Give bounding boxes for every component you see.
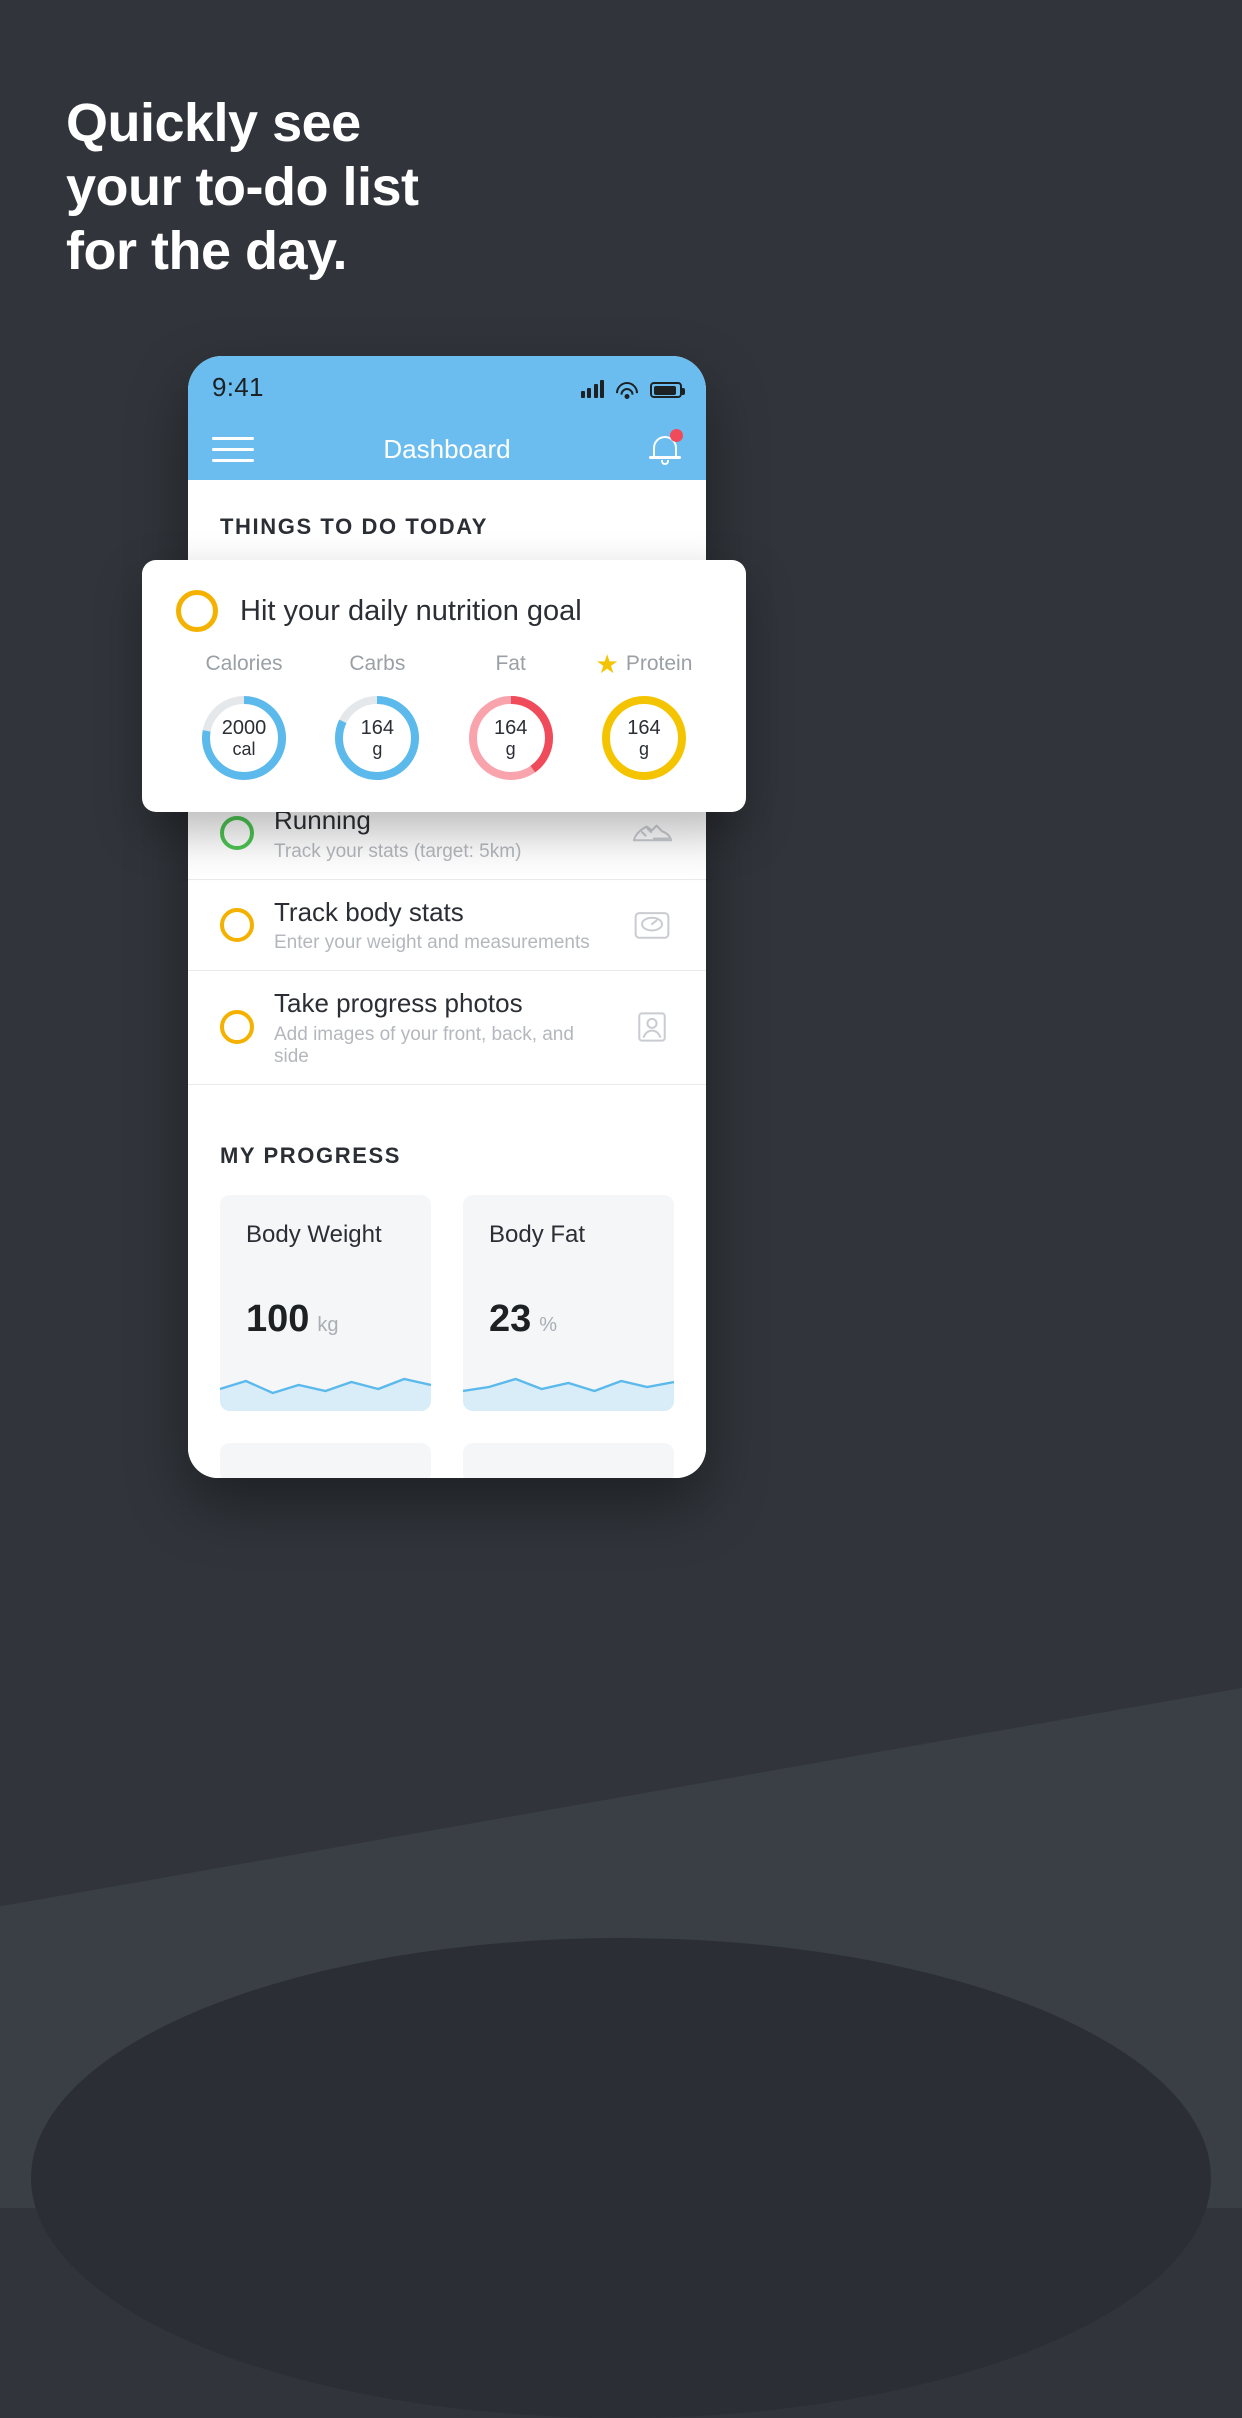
- progress-card-body-fat[interactable]: Body Fat 23 %: [463, 1194, 674, 1411]
- macro-label-protein-group: ★ Protein: [582, 650, 706, 678]
- progress-ring-protein: 164 g: [596, 690, 692, 786]
- macro-dial-row: Calories 2000 cal Carbs 164 g Fat 164 g …: [176, 650, 712, 786]
- wifi-icon: [611, 377, 643, 409]
- macro-value: 164: [493, 716, 528, 739]
- list-item[interactable]: Track body stats Enter your weight and m…: [188, 880, 706, 971]
- section-title-progress: MY PROGRESS: [220, 1142, 402, 1168]
- scale-icon: [630, 905, 674, 945]
- hamburger-menu-icon[interactable]: [212, 436, 254, 462]
- macro-value-group: 164 g: [329, 690, 425, 786]
- macro-label: Protein: [625, 652, 693, 675]
- macro-unit: g: [638, 739, 649, 760]
- macro-unit: g: [372, 739, 383, 760]
- status-bar-time: 9:41: [212, 371, 264, 402]
- sparkline-chart: [463, 1355, 674, 1411]
- macro-unit: g: [505, 739, 516, 760]
- progress-card-label: Body Fat: [489, 1220, 586, 1248]
- macro-unit: cal: [232, 739, 256, 760]
- macro-calories[interactable]: Calories 2000 cal: [182, 650, 306, 786]
- section-title-todo: THINGS TO DO TODAY: [220, 514, 488, 539]
- progress-ring-fat: 164 g: [463, 690, 559, 786]
- marketing-headline: Quickly see your to-do list for the day.: [66, 96, 826, 288]
- macro-value-group: 164 g: [596, 690, 692, 786]
- macro-value: 164: [627, 716, 661, 739]
- progress-card-value: 100: [246, 1297, 310, 1340]
- headline-line-2: your to-do list: [66, 157, 419, 217]
- bell-icon[interactable]: [648, 429, 683, 467]
- background-ellipse-shape: [31, 1938, 1211, 2418]
- progress-card-unit: %: [539, 1313, 558, 1336]
- macro-label: Carbs: [349, 652, 406, 675]
- list-item-title: Take progress photos: [274, 988, 523, 1018]
- list-item-title: Track body stats: [274, 896, 464, 927]
- macro-protein[interactable]: ★ Protein 164 g: [582, 650, 706, 786]
- list-item-subtitle: Track your stats (target: 5km): [274, 840, 522, 862]
- headline-line-3: for the day.: [66, 221, 348, 281]
- progress-card-partial[interactable]: [220, 1442, 431, 1478]
- checkbox-ring-icon[interactable]: [220, 907, 254, 942]
- signal-icon: [580, 380, 604, 398]
- macro-value: 164: [360, 716, 395, 739]
- progress-card-label: Body Weight: [246, 1220, 382, 1248]
- progress-card-unit: kg: [317, 1313, 339, 1336]
- headline-line-1: Quickly see: [66, 93, 361, 153]
- nutrition-card-header: Hit your daily nutrition goal: [176, 590, 712, 632]
- progress-card-row-partial: [220, 1442, 674, 1478]
- battery-icon: [650, 382, 685, 398]
- progress-card-body-weight[interactable]: Body Weight 100 kg: [220, 1194, 431, 1411]
- page-title: Dashboard: [383, 433, 511, 464]
- progress-ring-calories: 2000 cal: [196, 690, 292, 786]
- status-bar-icons: [580, 376, 685, 409]
- progress-card-value: 23: [489, 1297, 532, 1340]
- checkbox-ring-icon[interactable]: [176, 590, 218, 632]
- macro-fat[interactable]: Fat 164 g: [449, 650, 573, 786]
- checkbox-ring-icon[interactable]: [220, 1010, 254, 1045]
- progress-ring-carbs: 164 g: [329, 690, 425, 786]
- nutrition-card-title: Hit your daily nutrition goal: [240, 594, 582, 627]
- progress-card-value-group: 100 kg: [246, 1298, 339, 1341]
- list-item-subtitle: Add images of your front, back, and side: [274, 1023, 574, 1067]
- app-bar: Dashboard: [188, 418, 706, 480]
- macro-value: 2000: [221, 716, 267, 739]
- phone-mockup: 9:41 Dashboard THINGS TO DO TODAY Runnin…: [188, 356, 706, 1478]
- my-progress-section: MY PROGRESS Body Weight 100 kg Body Fat …: [188, 1085, 706, 1478]
- progress-card-row: Body Weight 100 kg Body Fat 23 %: [220, 1194, 674, 1411]
- status-bar: 9:41: [188, 356, 706, 418]
- running-shoe-icon: [630, 813, 674, 853]
- notification-badge: [670, 429, 683, 442]
- sparkline-chart: [220, 1355, 431, 1411]
- list-item-text: Running Track your stats (target: 5km): [274, 804, 610, 863]
- progress-card-partial[interactable]: [463, 1442, 674, 1478]
- macro-label: Fat: [495, 652, 526, 675]
- star-icon: ★: [595, 649, 619, 679]
- nutrition-goal-card[interactable]: Hit your daily nutrition goal Calories 2…: [142, 560, 746, 812]
- macro-carbs[interactable]: Carbs 164 g: [315, 650, 439, 786]
- progress-card-value-group: 23 %: [489, 1298, 557, 1341]
- macro-value-group: 164 g: [463, 690, 559, 786]
- checkbox-ring-icon[interactable]: [220, 816, 254, 851]
- list-item-text: Track body stats Enter your weight and m…: [274, 896, 610, 955]
- list-item[interactable]: Take progress photos Add images of your …: [188, 971, 706, 1085]
- macro-value-group: 2000 cal: [196, 690, 292, 786]
- list-item-subtitle: Enter your weight and measurements: [274, 932, 590, 953]
- macro-label: Calories: [205, 652, 283, 675]
- list-item-text: Take progress photos Add images of your …: [274, 987, 610, 1068]
- person-photo-icon: [630, 1007, 674, 1047]
